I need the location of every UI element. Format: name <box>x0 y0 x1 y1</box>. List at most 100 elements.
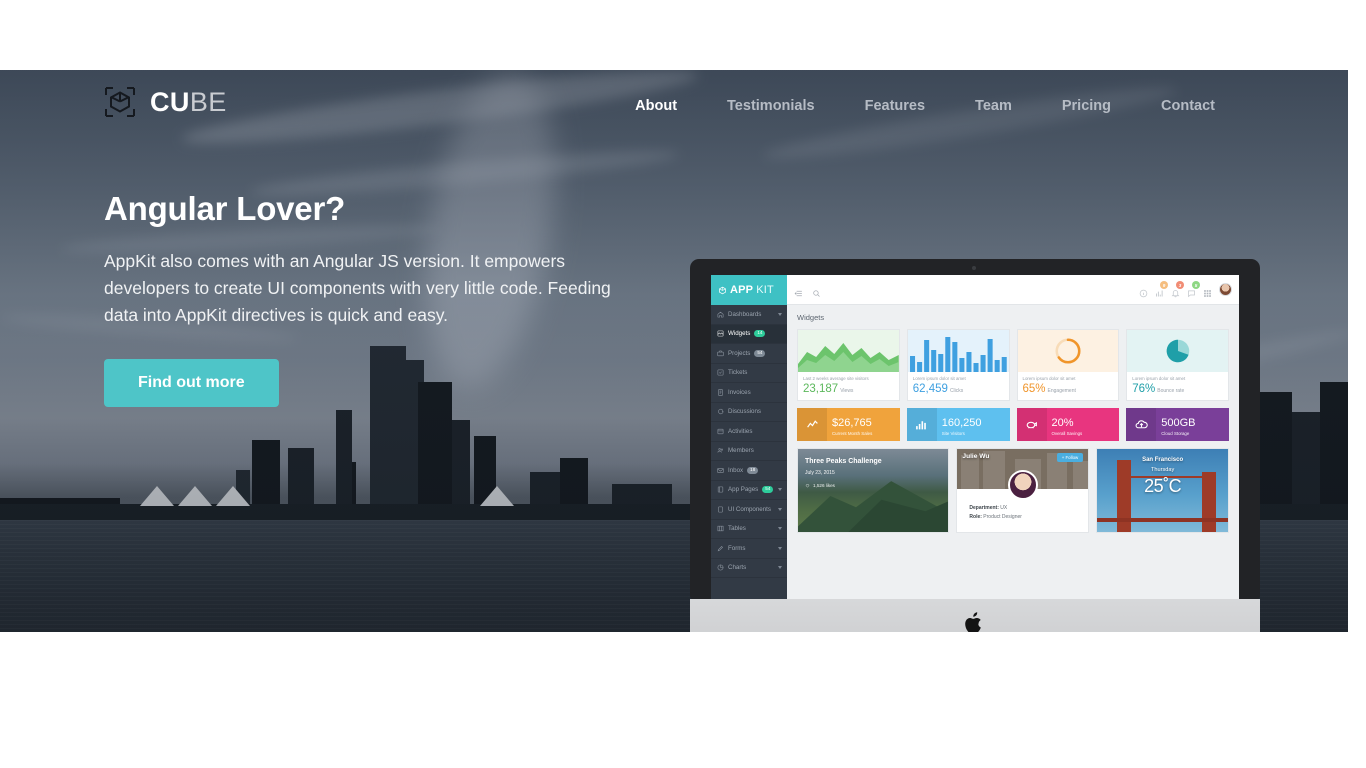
grid-apps-icon[interactable] <box>1203 285 1212 297</box>
profile-card[interactable]: Julie Wu + Follow Department: UX Role: P… <box>956 448 1090 533</box>
sidebar-item-inbox[interactable]: Inbox 18 <box>711 461 787 481</box>
stat-unit: Bounce rate <box>1157 388 1185 394</box>
stat-caption: Last 2 weeks average site visitors <box>803 376 869 381</box>
sidebar-item-forms[interactable]: Forms <box>711 539 787 559</box>
sidebar-item-members[interactable]: Members <box>711 442 787 461</box>
nav-item-team[interactable]: Team <box>950 94 1037 118</box>
topbar-actions: 9 3 5 <box>1139 281 1232 298</box>
donut-chart <box>1017 330 1119 372</box>
hero-headline: Angular Lover? <box>104 190 346 227</box>
brand-name-bold: CU <box>150 86 190 117</box>
follow-button[interactable]: + Follow <box>1056 453 1084 462</box>
sidebar-item-label: Charts <box>728 564 747 572</box>
sidebar-item-label: App Pages <box>728 486 759 494</box>
monitor-bezel: APP KIT Dashboards Widgets 14 Projects 5… <box>690 259 1260 599</box>
stat-caption: Lorem ipsum dolor sit amet <box>1132 376 1186 381</box>
sidebar-item-label: Tickets <box>728 369 748 377</box>
nav-item-testimonials[interactable]: Testimonials <box>702 94 840 118</box>
sidebar-badge: 14 <box>754 330 766 338</box>
sidebar-item-label: UI Components <box>728 505 771 513</box>
tile-value: $26,765 <box>832 416 872 429</box>
sidebar-item-activities[interactable]: Activities <box>711 422 787 442</box>
sidebar-item-discussions[interactable]: Discussions <box>711 403 787 422</box>
brand-logo[interactable]: CUBE <box>104 86 227 118</box>
tile-label: Site Visitors <box>941 430 965 436</box>
cube-icon <box>719 286 726 294</box>
weather-card[interactable]: San Francisco Thursday 25˚C <box>1096 448 1229 533</box>
info-icon[interactable] <box>1139 285 1148 298</box>
tile-card-visitors[interactable]: 160,250 Site Visitors <box>906 408 1010 441</box>
tile-card-storage[interactable]: 500GB Cloud Storage <box>1126 408 1229 441</box>
ticket-icon <box>717 369 724 376</box>
sidebar-item-widgets[interactable]: Widgets 14 <box>711 324 787 344</box>
chart-icon[interactable]: 9 <box>1155 281 1168 297</box>
sidebar-item-charts[interactable]: Charts <box>711 559 787 578</box>
peaks-likes: 1,526 likes <box>813 483 835 488</box>
forms-icon <box>717 545 724 552</box>
nav-item-about[interactable]: About <box>610 94 702 118</box>
weather-day: Thursday <box>1150 467 1175 473</box>
sidebar-item-dashboards[interactable]: Dashboards <box>711 305 787 325</box>
stat-card-clicks[interactable]: Lorem ipsum dolor sit amet 62,459 Clicks <box>906 329 1010 401</box>
nav-item-features[interactable]: Features <box>840 94 950 118</box>
profile-role-label: Role: <box>969 514 982 520</box>
sidebar-item-tables[interactable]: Tables <box>711 520 787 539</box>
pie-chart-icon <box>717 564 724 571</box>
search-icon[interactable] <box>812 285 821 297</box>
home-icon <box>717 311 724 318</box>
chart-badge: 9 <box>1160 281 1168 289</box>
hero-copy: Angular Lover? AppKit also comes with an… <box>104 190 624 407</box>
chevron-down-icon <box>778 566 782 570</box>
comment-badge: 5 <box>1192 281 1200 289</box>
peaks-challenge-card[interactable]: Three Peaks Challenge July 23, 2015 1,52… <box>797 448 950 533</box>
tile-label: Cloud Storage <box>1161 430 1190 436</box>
stat-unit: Clicks <box>949 388 964 394</box>
sidebar-item-tickets[interactable]: Tickets <box>711 364 787 383</box>
sidebar-item-projects[interactable]: Projects 54 <box>711 344 787 364</box>
tile-card-savings[interactable]: 20% Overall Savings <box>1016 408 1120 441</box>
components-icon <box>717 506 724 513</box>
heart-icon <box>805 484 810 488</box>
sidebar-badge: 18 <box>747 466 759 474</box>
stat-card-bounce-rate[interactable]: Lorem ipsum dolor sit amet 76% Bounce rat… <box>1126 329 1229 401</box>
pie-chart <box>1127 330 1228 372</box>
activity-icon <box>717 428 724 435</box>
stat-value: 23,187 <box>803 383 839 395</box>
user-avatar[interactable] <box>1219 283 1232 296</box>
imac-mockup: APP KIT Dashboards Widgets 14 Projects 5… <box>690 259 1260 632</box>
sidebar-item-app-pages[interactable]: App Pages 54 <box>711 481 787 500</box>
app-content: 9 3 5 Widgets Last 2 weeks average site … <box>787 275 1239 599</box>
stat-value: 62,459 <box>912 383 948 395</box>
brand-name-light: BE <box>189 86 227 117</box>
panel-title: Widgets <box>797 313 825 322</box>
appkit-logo[interactable]: APP KIT <box>711 275 787 305</box>
sidebar-item-ui-components[interactable]: UI Components <box>711 500 787 520</box>
envelope-icon <box>717 467 724 474</box>
sidebar-item-label: Inbox <box>728 466 744 474</box>
comment-icon[interactable]: 5 <box>1187 281 1200 298</box>
profile-name: Julie Wu <box>962 453 990 460</box>
nav-item-contact[interactable]: Contact <box>1136 94 1240 118</box>
chevron-down-icon <box>778 527 782 531</box>
app-topbar: 9 3 5 <box>787 275 1239 305</box>
find-out-more-button[interactable]: Find out more <box>104 359 279 407</box>
widgets-icon <box>717 330 724 337</box>
stat-card-views[interactable]: Last 2 weeks average site visitors 23,18… <box>797 329 900 401</box>
sidebar-item-invoices[interactable]: Invoices <box>711 383 787 403</box>
main-navigation: About Testimonials Features Team Pricing… <box>610 94 1240 118</box>
chevron-down-icon <box>778 488 782 492</box>
tile-card-sales[interactable]: $26,765 Current Month Sales <box>797 408 900 441</box>
briefcase-icon <box>717 350 724 357</box>
bar-chart-icon <box>906 408 937 441</box>
profile-department-value: UX <box>1000 505 1008 511</box>
nav-item-pricing[interactable]: Pricing <box>1037 94 1136 118</box>
profile-department-label: Department: <box>969 505 999 511</box>
sidebar-item-label: Discussions <box>728 408 762 416</box>
stat-card-engagement[interactable]: Lorem ipsum dolor sit amet 65% Engagement <box>1016 329 1120 401</box>
tile-value: 160,250 <box>941 416 982 429</box>
bell-icon[interactable]: 3 <box>1171 281 1184 298</box>
line-chart-icon <box>797 408 827 441</box>
hero-body-text: AppKit also comes with an Angular JS ver… <box>104 251 611 325</box>
sidebar-item-label: Dashboards <box>728 310 762 318</box>
hamburger-collapse-icon[interactable] <box>794 285 803 297</box>
